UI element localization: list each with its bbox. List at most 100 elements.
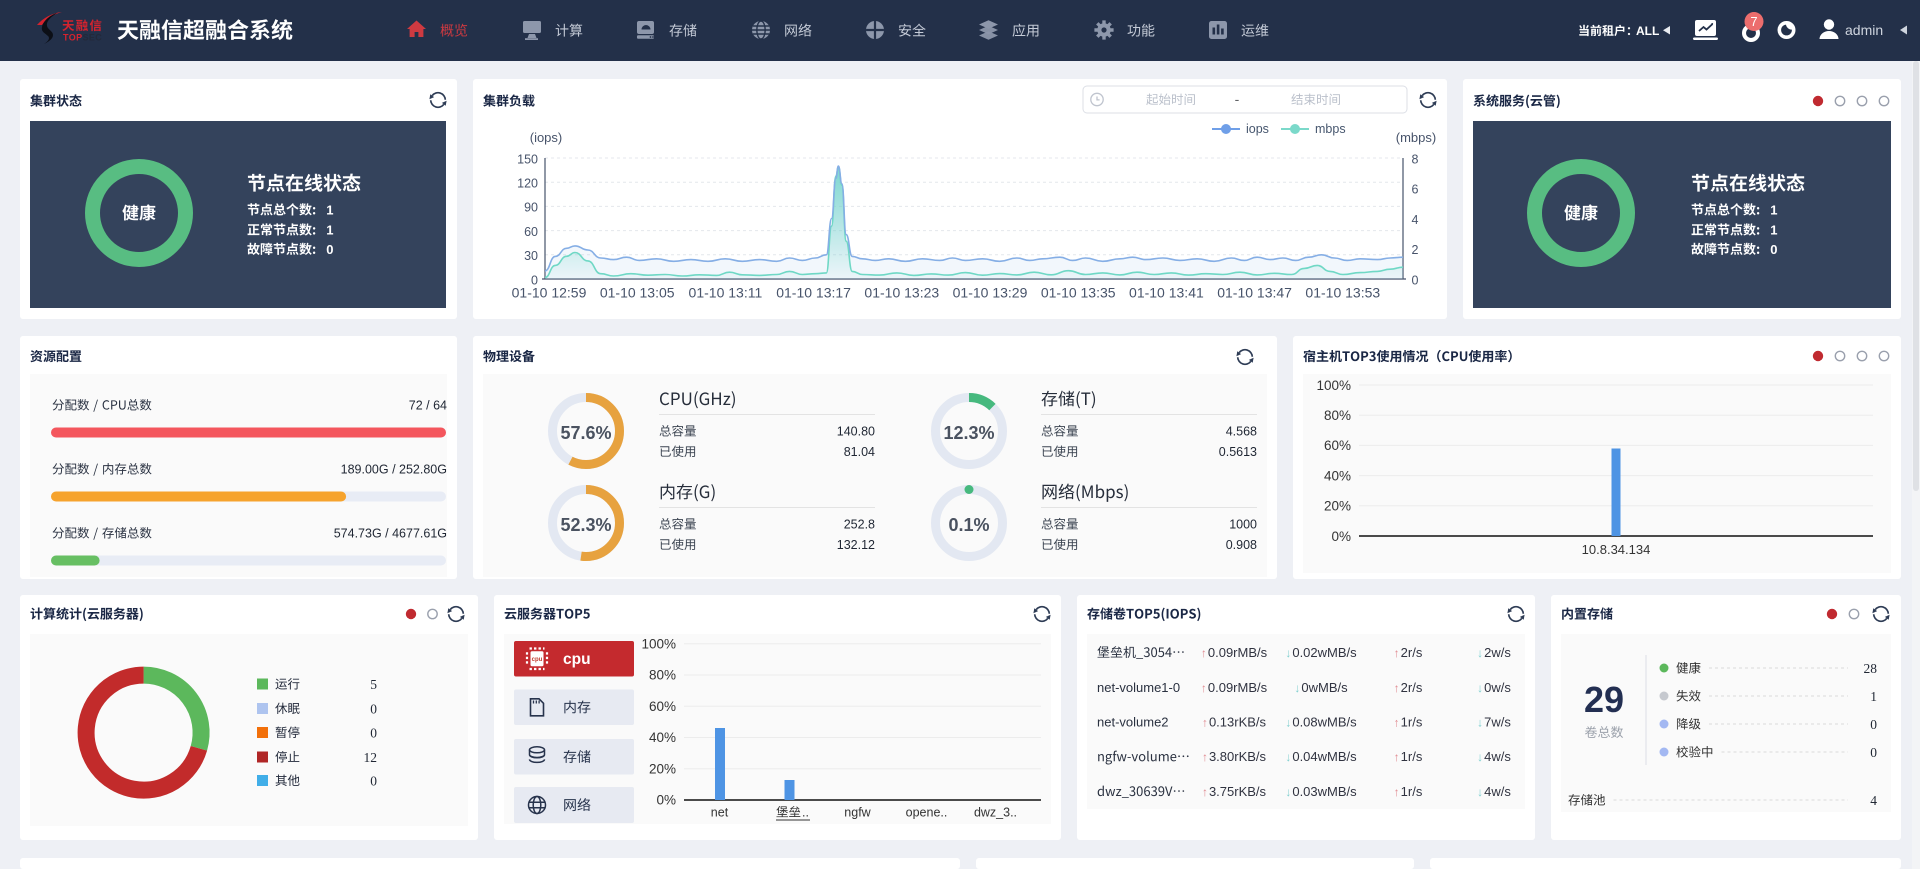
- svg-text:dwz_3..: dwz_3..: [974, 806, 1017, 820]
- svg-text:mbps: mbps: [1315, 122, 1346, 136]
- svg-text:0: 0: [1412, 273, 1419, 287]
- svg-text:↑1r/s: ↑1r/s: [1394, 784, 1423, 799]
- svg-text:-: -: [1235, 91, 1240, 107]
- svg-text:01-10 13:29: 01-10 13:29: [953, 285, 1028, 301]
- svg-text:252.8: 252.8: [844, 518, 875, 532]
- svg-text:01-10 13:53: 01-10 13:53: [1305, 285, 1380, 301]
- svg-text:10.8.34.134: 10.8.34.134: [1582, 542, 1651, 557]
- svg-text:29: 29: [1584, 679, 1624, 720]
- svg-text:ALL: ALL: [1636, 24, 1659, 38]
- svg-text:↓4w/s: ↓4w/s: [1477, 784, 1511, 799]
- svg-text:0.908: 0.908: [1226, 538, 1257, 552]
- svg-text:0: 0: [370, 774, 377, 789]
- svg-text:40%: 40%: [649, 730, 676, 745]
- svg-text:2: 2: [1412, 243, 1419, 257]
- svg-text:↑3.80rKB/s: ↑3.80rKB/s: [1202, 749, 1267, 764]
- svg-text:↑1r/s: ↑1r/s: [1394, 749, 1423, 764]
- svg-text:↓0.08wMB/s: ↓0.08wMB/s: [1285, 715, 1357, 730]
- svg-text:57.6%: 57.6%: [560, 423, 611, 443]
- svg-text:12: 12: [364, 750, 378, 765]
- svg-text:0: 0: [370, 726, 377, 741]
- svg-text:574.73G / 4677.61G: 574.73G / 4677.61G: [334, 527, 447, 541]
- svg-text:(mbps): (mbps): [1396, 130, 1436, 145]
- svg-text:net-volume1-0: net-volume1-0: [1097, 680, 1180, 695]
- svg-text:1: 1: [326, 202, 333, 217]
- svg-text:1: 1: [1770, 202, 1777, 217]
- svg-text:60%: 60%: [1324, 438, 1351, 453]
- svg-text:1: 1: [1770, 222, 1777, 237]
- svg-text:40%: 40%: [1324, 468, 1351, 483]
- svg-text:30: 30: [524, 249, 538, 263]
- svg-text:0.5613: 0.5613: [1219, 445, 1257, 459]
- svg-text:140.80: 140.80: [837, 425, 875, 439]
- svg-text:..: ..: [802, 806, 809, 820]
- svg-text:↓0wMB/s: ↓0wMB/s: [1294, 680, 1348, 695]
- svg-text:net-volume2: net-volume2: [1097, 715, 1169, 730]
- svg-text:↑2r/s: ↑2r/s: [1394, 680, 1423, 695]
- svg-text:↑2r/s: ↑2r/s: [1394, 645, 1423, 660]
- svg-text:1: 1: [1870, 689, 1877, 704]
- svg-text:↑0.09rMB/s: ↑0.09rMB/s: [1201, 645, 1268, 660]
- svg-text:1000: 1000: [1229, 518, 1257, 532]
- svg-text:0: 0: [370, 702, 377, 717]
- svg-text:4: 4: [1870, 793, 1877, 808]
- svg-text:↓7w/s: ↓7w/s: [1477, 715, 1511, 730]
- svg-text:0: 0: [1770, 242, 1777, 257]
- svg-text:7: 7: [1750, 14, 1757, 29]
- svg-text:↓2w/s: ↓2w/s: [1477, 645, 1511, 660]
- svg-text:01-10 13:35: 01-10 13:35: [1041, 285, 1116, 301]
- svg-text:0%: 0%: [656, 793, 676, 808]
- svg-text:100%: 100%: [1316, 378, 1351, 393]
- svg-text:120: 120: [517, 177, 538, 191]
- svg-text:opene..: opene..: [906, 806, 948, 820]
- svg-text:5: 5: [370, 677, 377, 692]
- svg-text:0: 0: [1870, 717, 1877, 732]
- svg-text:4: 4: [1412, 213, 1419, 227]
- svg-text:admin: admin: [1845, 22, 1883, 38]
- svg-text:0: 0: [326, 242, 333, 257]
- svg-text:01-10 13:11: 01-10 13:11: [689, 285, 763, 301]
- svg-text:01-10 12:59: 01-10 12:59: [512, 285, 587, 301]
- svg-text:4.568: 4.568: [1226, 425, 1257, 439]
- svg-text:52.3%: 52.3%: [560, 515, 611, 535]
- svg-text:80%: 80%: [649, 668, 676, 683]
- svg-text:60%: 60%: [649, 699, 676, 714]
- svg-text:8: 8: [1412, 152, 1419, 166]
- svg-text:(iops): (iops): [530, 130, 563, 145]
- svg-text:189.00G / 252.80G: 189.00G / 252.80G: [341, 463, 447, 477]
- svg-text:01-10 13:05: 01-10 13:05: [600, 285, 675, 301]
- svg-text:↑3.75rKB/s: ↑3.75rKB/s: [1202, 784, 1267, 799]
- svg-text:0: 0: [1870, 745, 1877, 760]
- svg-text:net: net: [711, 806, 729, 820]
- svg-text:100%: 100%: [641, 636, 676, 651]
- svg-text:28: 28: [1864, 661, 1878, 676]
- svg-text:01-10 13:41: 01-10 13:41: [1129, 285, 1204, 301]
- svg-text:72 / 64: 72 / 64: [409, 399, 447, 413]
- svg-text:SEC: SEC: [83, 33, 103, 43]
- svg-text:↓0w/s: ↓0w/s: [1477, 680, 1511, 695]
- svg-text:81.04: 81.04: [844, 445, 875, 459]
- svg-text:TOP: TOP: [63, 33, 83, 43]
- svg-text:↑1r/s: ↑1r/s: [1394, 715, 1423, 730]
- svg-text:6: 6: [1412, 183, 1419, 197]
- svg-text:cpu: cpu: [563, 651, 591, 668]
- svg-text:132.12: 132.12: [837, 538, 875, 552]
- svg-text:↓0.04wMB/s: ↓0.04wMB/s: [1285, 749, 1357, 764]
- svg-text:20%: 20%: [649, 761, 676, 776]
- svg-text:0.1%: 0.1%: [948, 515, 989, 535]
- svg-text:cpu: cpu: [532, 657, 543, 663]
- svg-text:ngfw: ngfw: [844, 806, 871, 820]
- svg-text:↓0.03wMB/s: ↓0.03wMB/s: [1285, 784, 1357, 799]
- svg-text:↓0.02wMB/s: ↓0.02wMB/s: [1285, 645, 1357, 660]
- svg-text:0%: 0%: [1331, 529, 1351, 544]
- svg-text:12.3%: 12.3%: [943, 423, 994, 443]
- svg-text:↓4w/s: ↓4w/s: [1477, 749, 1511, 764]
- svg-text:60: 60: [524, 225, 538, 239]
- svg-text:90: 90: [524, 201, 538, 215]
- svg-text:150: 150: [517, 152, 538, 166]
- svg-text:01-10 13:17: 01-10 13:17: [776, 285, 851, 301]
- svg-text:↑0.09rMB/s: ↑0.09rMB/s: [1201, 680, 1268, 695]
- svg-text:1: 1: [326, 222, 333, 237]
- svg-text:↑0.13rKB/s: ↑0.13rKB/s: [1202, 715, 1267, 730]
- svg-text:20%: 20%: [1324, 499, 1351, 514]
